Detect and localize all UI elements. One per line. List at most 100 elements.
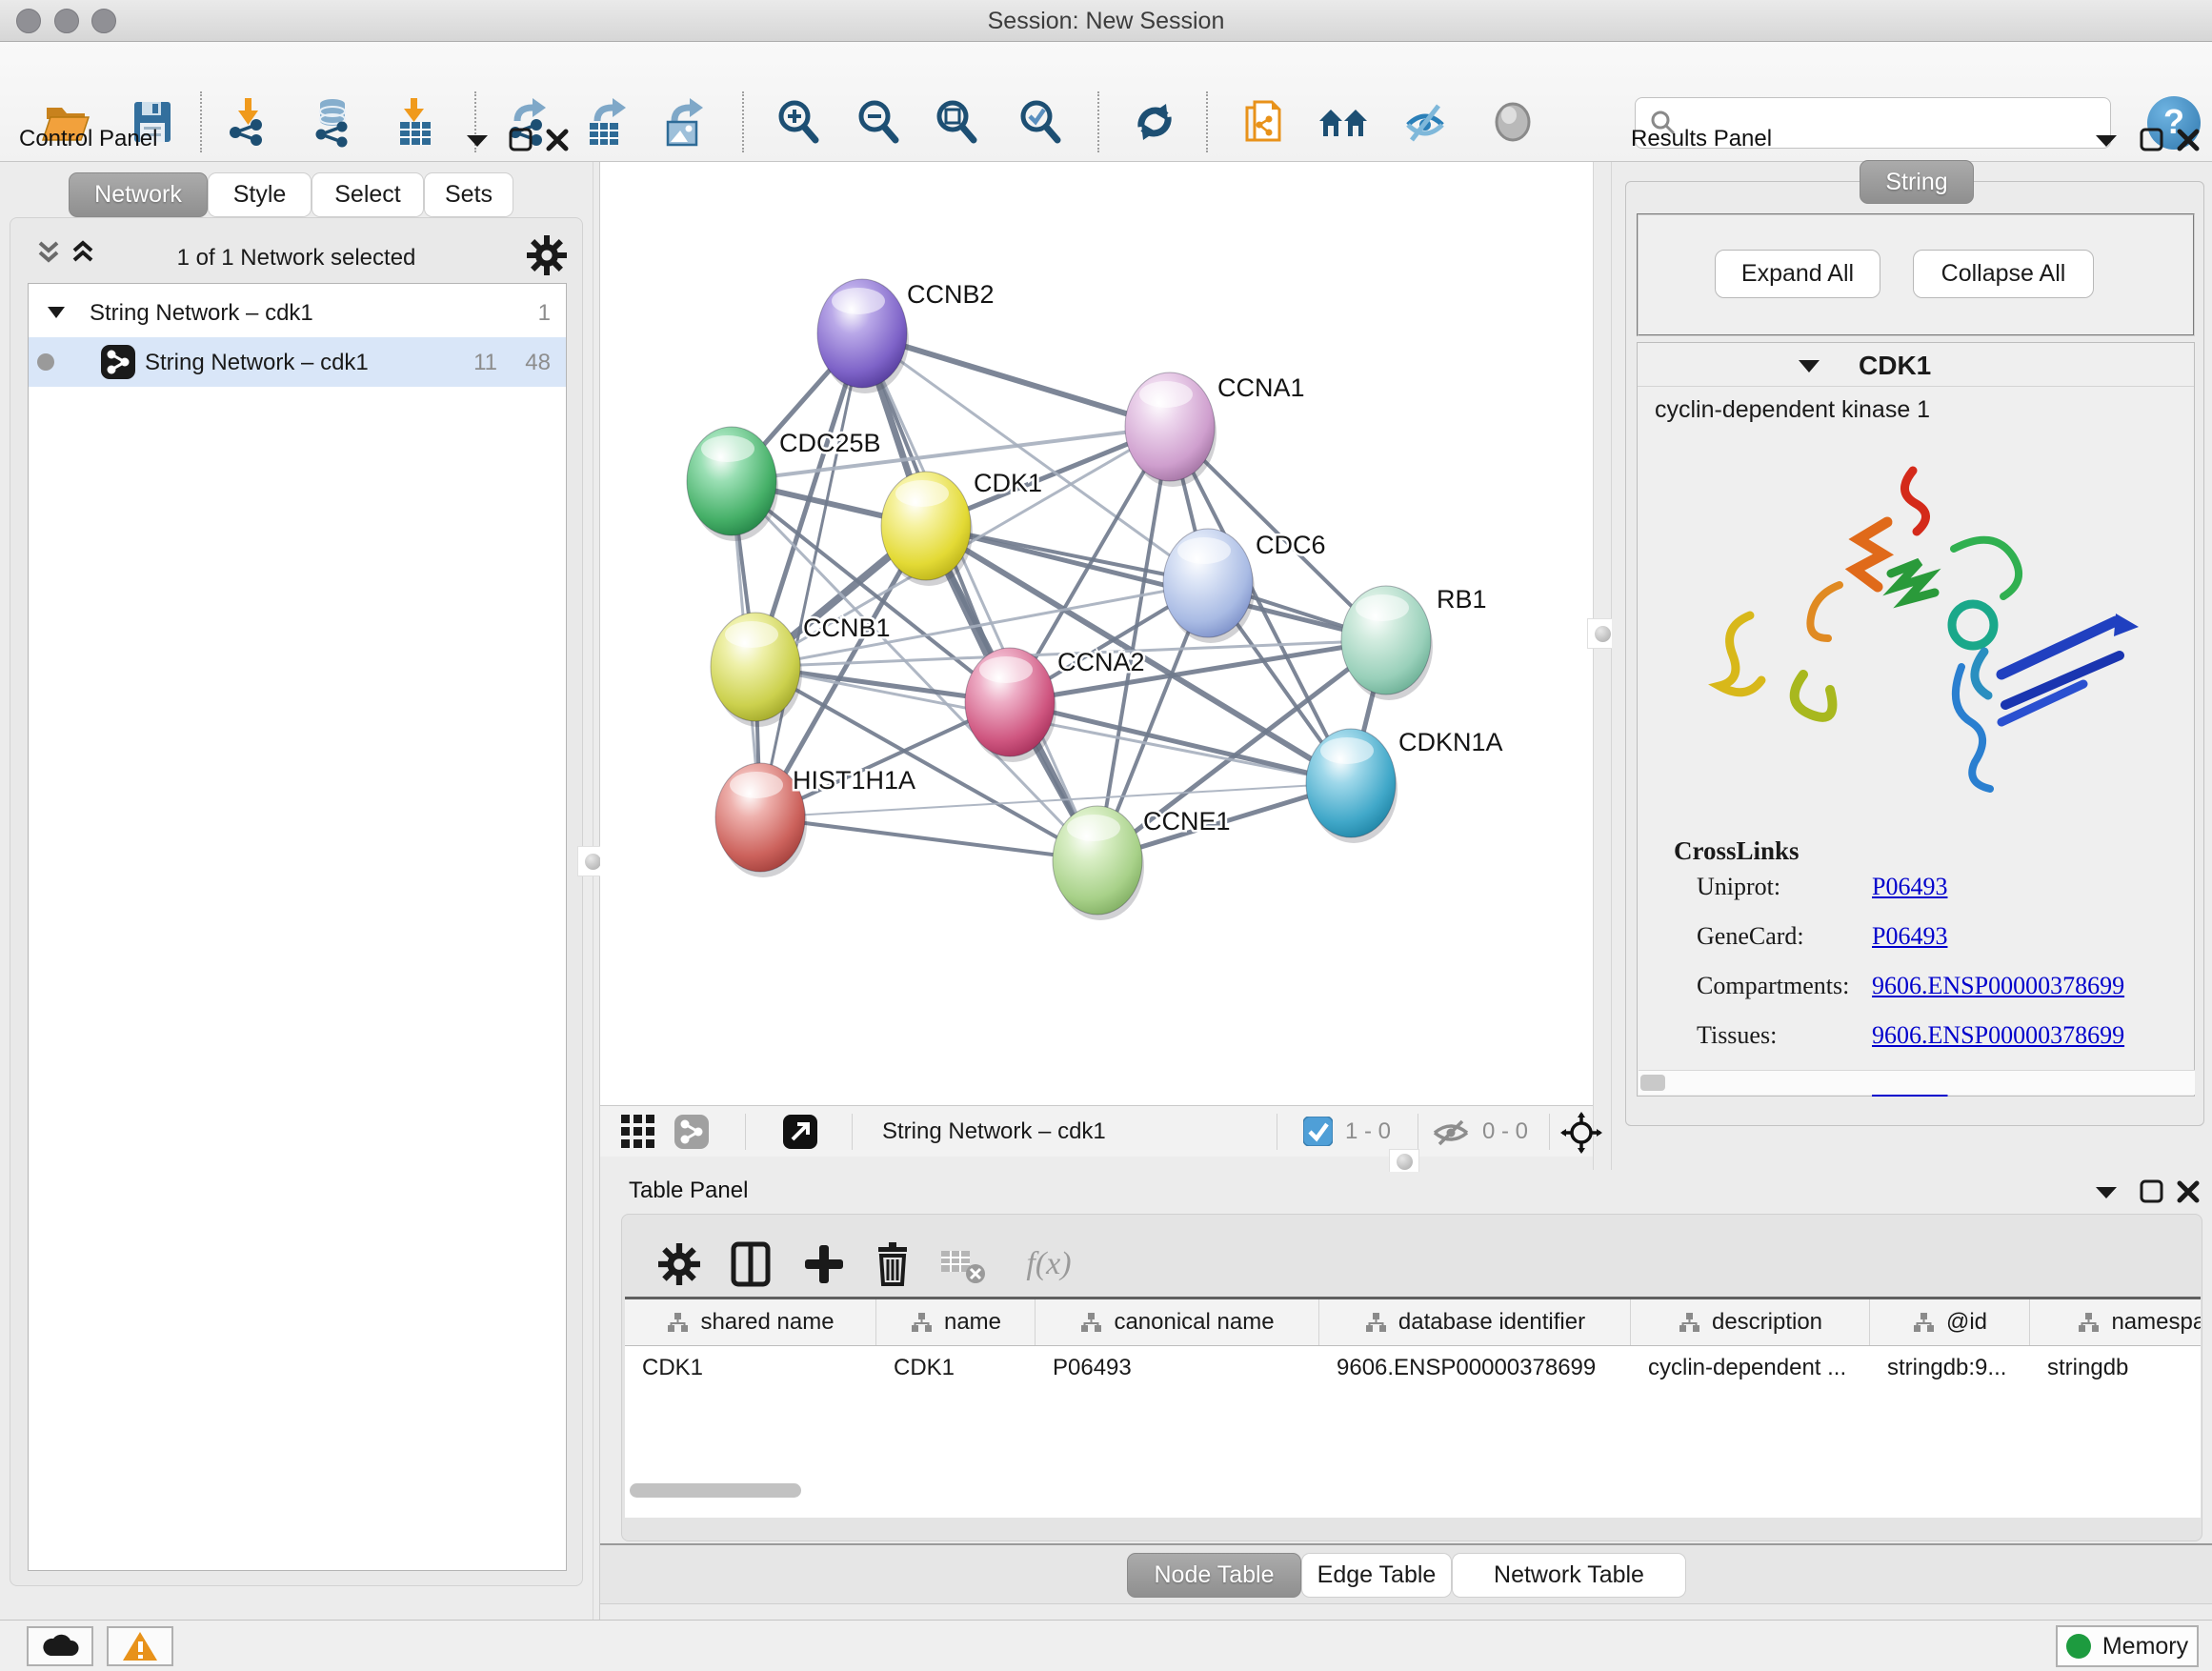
memory-button[interactable]: Memory xyxy=(2056,1625,2199,1667)
node-label-RB1: RB1 xyxy=(1437,585,1487,614)
selected-checkbox-icon[interactable] xyxy=(1303,1117,1333,1151)
zoom-fit-icon[interactable] xyxy=(930,95,983,149)
birds-eye-grid-icon[interactable] xyxy=(621,1115,655,1154)
network-graph[interactable]: CCNB2CCNA1CDC25BCDK1CDC6RB1CCNB1CCNA2CDK… xyxy=(600,162,1593,1105)
create-column-icon[interactable] xyxy=(797,1238,851,1291)
show-graphics-details-icon[interactable] xyxy=(1399,95,1453,149)
collapse-all-button[interactable]: Collapse All xyxy=(1913,250,2094,298)
node-CCNE1[interactable] xyxy=(1053,806,1144,920)
node-CDC25B[interactable] xyxy=(687,427,778,541)
export-table-icon[interactable] xyxy=(581,95,634,149)
tab-edge-table[interactable]: Edge Table xyxy=(1301,1553,1452,1598)
expand-all-button[interactable]: Expand All xyxy=(1715,250,1880,298)
crosslink-link[interactable]: P06493 xyxy=(1872,873,1947,901)
zoom-in-icon[interactable] xyxy=(772,95,825,149)
table-options-gear-icon[interactable] xyxy=(653,1238,706,1291)
tab-node-table[interactable]: Node Table xyxy=(1127,1553,1301,1598)
string-view-icon[interactable] xyxy=(674,1115,709,1154)
network-collection-row[interactable]: String Network – cdk1 1 xyxy=(29,288,566,337)
collection-expander-icon[interactable] xyxy=(48,305,67,325)
refresh-icon[interactable] xyxy=(1128,95,1181,149)
table-cell[interactable]: CDK1 xyxy=(625,1346,876,1392)
cloud-button[interactable] xyxy=(27,1626,93,1666)
crosslink-link[interactable]: 9606.ENSP00000378699 xyxy=(1872,972,2124,1000)
node-CDC6[interactable] xyxy=(1163,529,1255,643)
table-cell[interactable]: CDK1 xyxy=(876,1346,1036,1392)
crosslink-link[interactable]: 9606.ENSP00000378699 xyxy=(1872,1021,2124,1050)
homes-icon[interactable] xyxy=(1317,95,1370,149)
tab-string[interactable]: String xyxy=(1860,160,1974,204)
table-horizontal-scrollbar[interactable] xyxy=(630,1483,801,1498)
column-type-icon xyxy=(1912,1311,1935,1334)
function-builder-icon[interactable]: f(x) xyxy=(1011,1238,1087,1291)
column-header-description[interactable]: description xyxy=(1631,1299,1870,1345)
collapse-panel-icon[interactable] xyxy=(465,131,490,153)
horizontal-splitter[interactable] xyxy=(600,1157,1593,1172)
import-table-icon[interactable] xyxy=(389,95,442,149)
detach-view-icon[interactable] xyxy=(783,1115,817,1154)
fit-content-crosshair-icon[interactable] xyxy=(1560,1112,1602,1158)
table-cell[interactable]: cyclin-dependent ... xyxy=(1631,1346,1870,1392)
import-network-from-database-icon[interactable] xyxy=(307,95,360,149)
crosslink-link[interactable]: P06493 xyxy=(1872,922,1947,951)
collapse-panel-icon[interactable] xyxy=(2094,131,2119,153)
table-cell[interactable]: stringdb xyxy=(2030,1346,2201,1392)
tab-sets[interactable]: Sets xyxy=(424,172,513,217)
node-CCNB2[interactable] xyxy=(817,279,909,393)
table-cell[interactable]: P06493 xyxy=(1036,1346,1319,1392)
node-table: shared namenamecanonical namedatabase id… xyxy=(625,1297,2201,1518)
import-network-icon[interactable] xyxy=(223,95,276,149)
tab-style[interactable]: Style xyxy=(208,172,312,217)
table-header-row: shared namenamecanonical namedatabase id… xyxy=(625,1299,2201,1346)
tab-network[interactable]: Network xyxy=(69,172,208,217)
collapse-panel-icon[interactable] xyxy=(2094,1183,2119,1205)
node-CDKN1A[interactable] xyxy=(1306,729,1398,843)
hidden-eye-icon[interactable] xyxy=(1431,1118,1471,1152)
node-RB1[interactable] xyxy=(1341,586,1433,700)
right-splitter[interactable] xyxy=(1593,162,1612,1170)
section-scrollbar[interactable] xyxy=(1639,1070,2195,1095)
show-columns-icon[interactable] xyxy=(725,1238,778,1291)
edge-CCNB2-HIST1H1A[interactable] xyxy=(760,333,862,817)
tab-select[interactable]: Select xyxy=(312,172,424,217)
column-type-icon xyxy=(2077,1311,2100,1334)
column-header-shared-name[interactable]: shared name xyxy=(625,1299,876,1345)
gene-section-header[interactable]: CDK1 xyxy=(1638,343,2194,387)
column-header-database-identifier[interactable]: database identifier xyxy=(1319,1299,1631,1345)
column-header-canonical-name[interactable]: canonical name xyxy=(1036,1299,1319,1345)
node-CCNA1[interactable] xyxy=(1125,372,1217,487)
selected-node-edge-counts: 1 - 0 xyxy=(1345,1118,1391,1145)
table-cell[interactable]: 9606.ENSP00000378699 xyxy=(1319,1346,1631,1392)
left-splitter[interactable] xyxy=(593,162,600,1620)
delete-column-icon[interactable] xyxy=(866,1238,919,1291)
horizontal-splitter-handle[interactable] xyxy=(1389,1149,1419,1174)
float-panel-icon[interactable] xyxy=(2140,128,2164,157)
zoom-out-icon[interactable] xyxy=(852,95,905,149)
delete-table-icon[interactable] xyxy=(936,1238,990,1291)
zoom-selected-icon[interactable] xyxy=(1014,95,1067,149)
float-panel-icon[interactable] xyxy=(2140,1179,2164,1209)
float-panel-icon[interactable] xyxy=(509,128,533,157)
edge-HIST1H1A-CCNE1[interactable] xyxy=(760,817,1097,860)
network-canvas[interactable]: CCNB2CCNA1CDC25BCDK1CDC6RB1CCNB1CCNA2CDK… xyxy=(600,162,1593,1105)
memory-label: Memory xyxy=(2102,1633,2188,1661)
close-panel-icon[interactable] xyxy=(2176,1179,2201,1209)
tab-network-table[interactable]: Network Table xyxy=(1452,1553,1686,1598)
column-header-namespace[interactable]: namespace xyxy=(2030,1299,2201,1345)
node-CCNA2[interactable] xyxy=(965,648,1056,762)
export-image-icon[interactable] xyxy=(658,95,712,149)
warnings-button[interactable] xyxy=(107,1626,173,1666)
bird-eye-view-icon[interactable] xyxy=(1486,95,1539,149)
node-CCNB1[interactable] xyxy=(711,613,802,727)
section-expander-icon[interactable] xyxy=(1798,358,1820,378)
table-cell[interactable]: stringdb:9... xyxy=(1870,1346,2030,1392)
node-CDK1[interactable] xyxy=(881,472,973,586)
column-type-icon xyxy=(1678,1311,1700,1334)
close-panel-icon[interactable] xyxy=(545,128,570,157)
network-row[interactable]: String Network – cdk1 11 48 xyxy=(29,337,566,387)
column-header-name[interactable]: name xyxy=(876,1299,1036,1345)
network-options-gear-icon[interactable] xyxy=(527,235,567,280)
close-panel-icon[interactable] xyxy=(2176,128,2201,157)
column-header--id[interactable]: @id xyxy=(1870,1299,2030,1345)
string-document-icon[interactable] xyxy=(1237,95,1291,149)
